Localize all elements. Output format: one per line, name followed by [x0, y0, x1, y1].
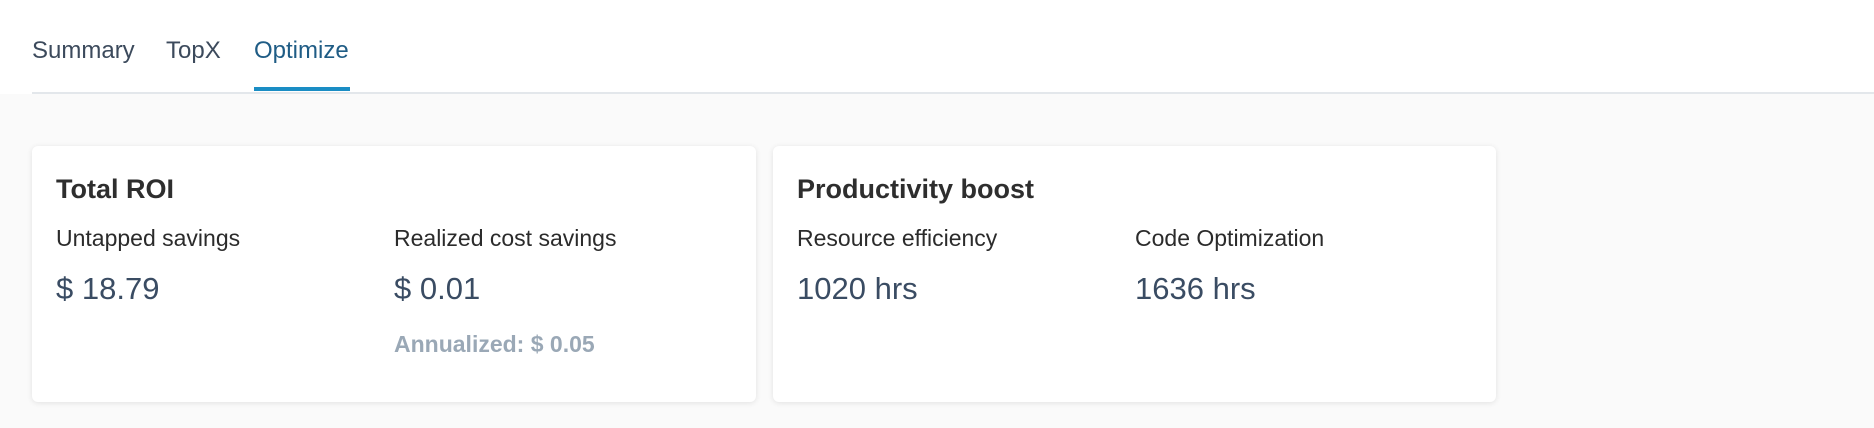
metric-label: Resource efficiency: [797, 225, 998, 251]
metric-value: 1020 hrs: [797, 271, 918, 306]
metric-value: $ 18.79: [56, 271, 160, 306]
tab-bar: Summary TopX Optimize: [32, 0, 1874, 94]
productivity-boost-card: Productivity boost Resource efficiency 1…: [773, 146, 1496, 402]
metric-label: Code Optimization: [1135, 225, 1325, 251]
tab-summary[interactable]: Summary: [32, 37, 135, 65]
total-roi-card: Total ROI Untapped savings $ 18.79 Reali…: [32, 146, 756, 402]
tab-topx[interactable]: TopX: [166, 37, 221, 65]
active-tab-indicator: [254, 87, 350, 91]
realized-cost-savings-metric: Realized cost savings $ 0.01: [394, 224, 616, 307]
code-optimization-metric: Code Optimization 1636 hrs: [1135, 224, 1324, 307]
metric-value: $ 0.01: [394, 271, 481, 306]
tab-optimize[interactable]: Optimize: [254, 37, 349, 65]
untapped-savings-metric: Untapped savings $ 18.79: [56, 224, 240, 307]
card-title: Total ROI: [56, 174, 174, 204]
resource-efficiency-metric: Resource efficiency 1020 hrs: [797, 224, 997, 307]
header-area: Summary TopX Optimize: [0, 0, 1874, 94]
metric-label: Realized cost savings: [394, 225, 617, 251]
metric-label: Untapped savings: [56, 225, 241, 251]
card-title: Productivity boost: [797, 174, 1035, 204]
metric-value: 1636 hrs: [1135, 271, 1256, 306]
annualized-savings: Annualized: $ 0.05: [394, 331, 595, 357]
